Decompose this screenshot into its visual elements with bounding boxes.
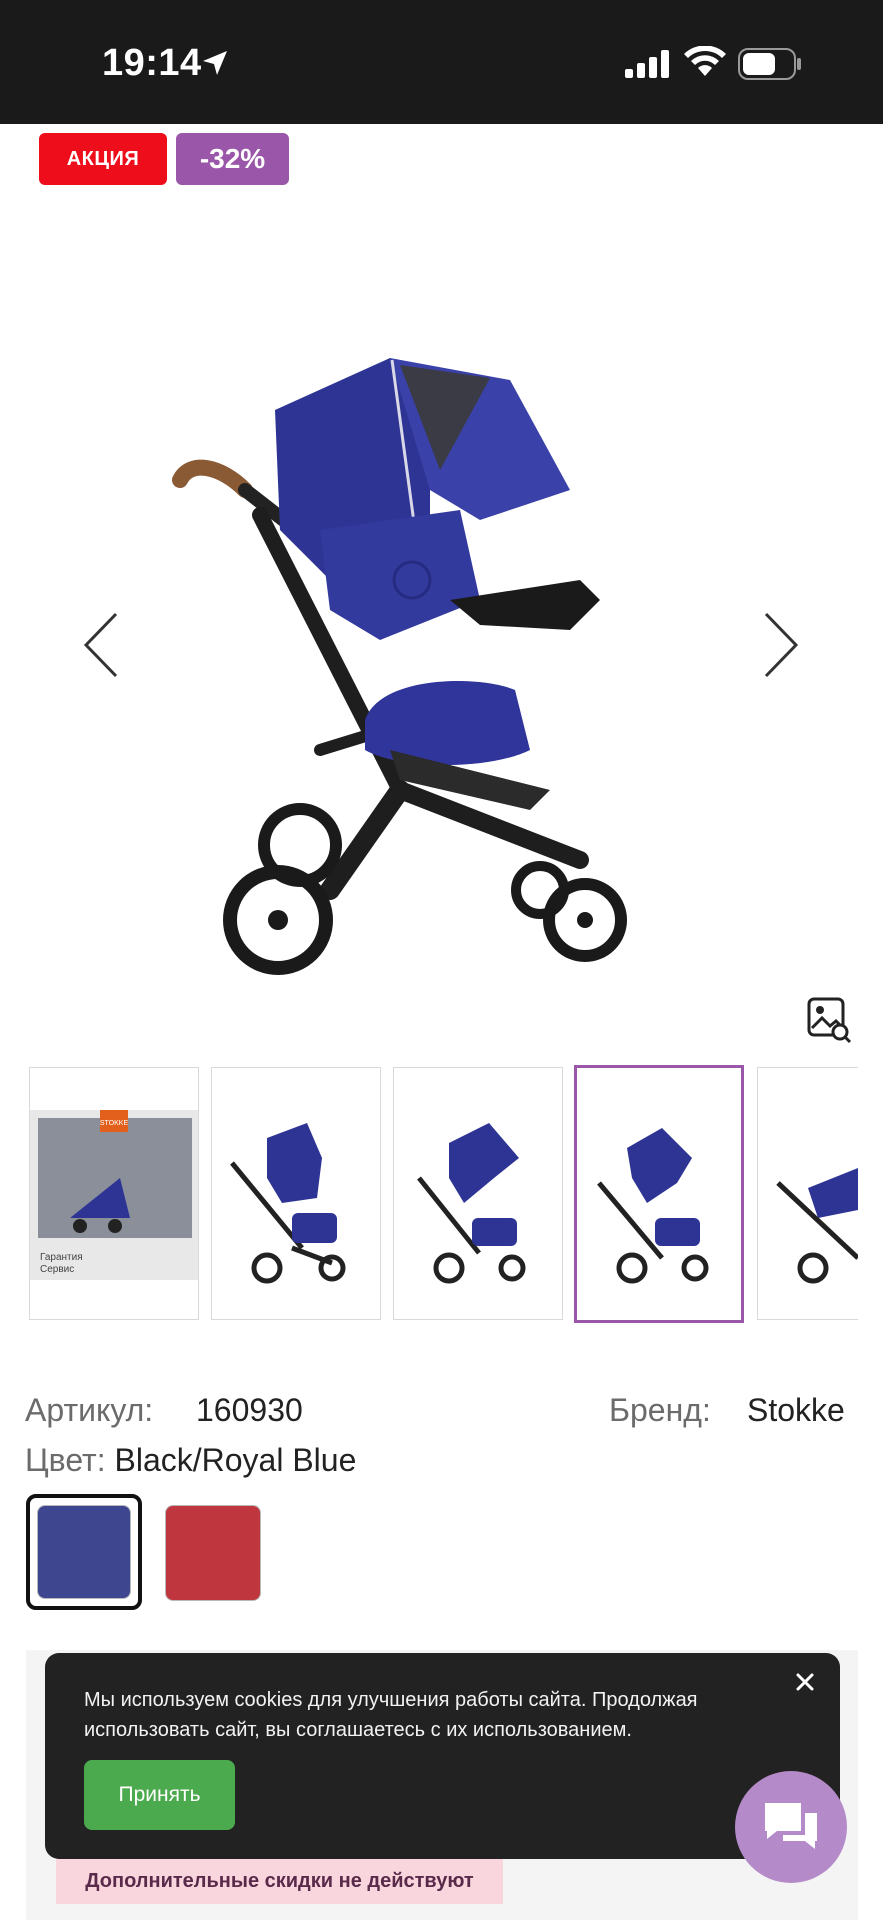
status-bar: 19:14 bbox=[0, 0, 883, 124]
color-swatch-red[interactable] bbox=[165, 1505, 261, 1601]
image-zoom-icon[interactable] bbox=[806, 996, 852, 1044]
color-swatch-royal-blue[interactable] bbox=[37, 1505, 131, 1599]
thumbnail-3[interactable] bbox=[393, 1067, 563, 1320]
thumb1-caption-line1: Гарантия bbox=[40, 1252, 83, 1263]
gallery-prev-arrow[interactable] bbox=[80, 610, 120, 680]
gallery-thumbnails: STOKKE Гарантия Сервис bbox=[28, 1065, 858, 1325]
thumbnail-4[interactable] bbox=[574, 1065, 744, 1323]
thumbnail-5[interactable] bbox=[757, 1067, 858, 1320]
discount-badge: -32% bbox=[176, 133, 289, 185]
battery-icon bbox=[738, 48, 801, 80]
chat-icon bbox=[765, 1803, 817, 1849]
signal-icon bbox=[625, 50, 669, 78]
status-time: 19:14 bbox=[102, 42, 202, 84]
color-row: Цвет: Black/Royal Blue bbox=[25, 1442, 356, 1479]
cookie-text: Мы используем cookies для улучшения рабо… bbox=[84, 1689, 698, 1741]
product-main-image[interactable] bbox=[150, 330, 770, 990]
sale-badge: АКЦИЯ bbox=[39, 133, 167, 185]
cookie-accept-button[interactable]: Принять bbox=[84, 1760, 235, 1830]
brand-label: Бренд: bbox=[609, 1392, 711, 1428]
color-value: Black/Royal Blue bbox=[114, 1442, 357, 1478]
color-label: Цвет: bbox=[25, 1442, 106, 1478]
thumb1-logo: STOKKE bbox=[100, 1120, 129, 1127]
cookie-banner: Мы используем cookies для улучшения рабо… bbox=[45, 1653, 840, 1859]
location-arrow-icon bbox=[203, 51, 227, 75]
chat-button[interactable] bbox=[735, 1771, 847, 1883]
article-value: 160930 bbox=[196, 1392, 303, 1428]
thumbnail-2[interactable] bbox=[211, 1067, 381, 1320]
gallery-next-arrow[interactable] bbox=[762, 610, 802, 680]
brand-value[interactable]: Stokke bbox=[747, 1392, 845, 1429]
wifi-icon bbox=[684, 46, 726, 76]
stroller-illustration bbox=[172, 358, 627, 975]
close-icon[interactable] bbox=[792, 1669, 818, 1695]
thumb1-caption-line2: Сервис bbox=[40, 1264, 74, 1275]
thumbnail-1[interactable]: STOKKE Гарантия Сервис bbox=[29, 1067, 199, 1320]
article-label: Артикул: bbox=[25, 1392, 154, 1428]
no-discount-notice: Дополнительные скидки не действуют bbox=[56, 1858, 503, 1904]
